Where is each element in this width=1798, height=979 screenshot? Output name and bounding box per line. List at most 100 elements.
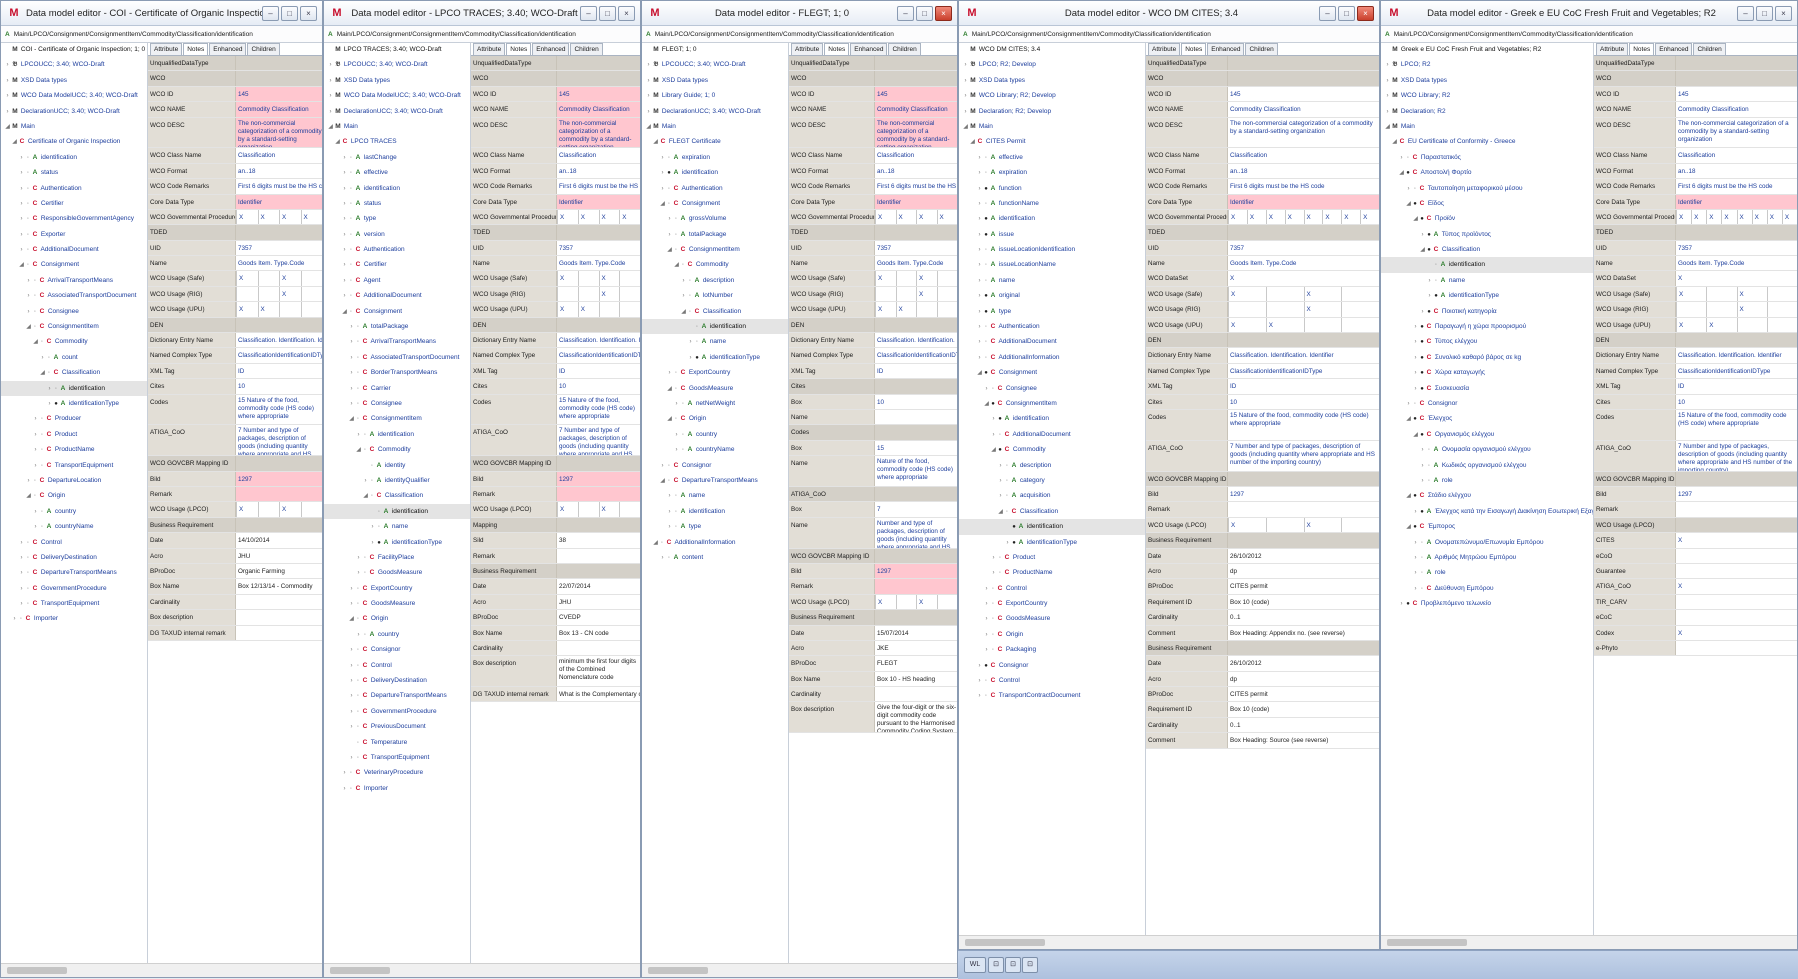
expander-icon[interactable]: ›	[1419, 443, 1426, 458]
tree-node[interactable]: › ◦ A issueLocationName	[959, 257, 1145, 272]
tree-node[interactable]: › ◦ C AdditionalDocument	[959, 334, 1145, 349]
expander-icon[interactable]: ›	[348, 720, 355, 735]
property-value[interactable]	[236, 486, 322, 502]
property-row[interactable]: DEN	[1594, 333, 1797, 349]
tree-node[interactable]: › ◦ C Control	[959, 673, 1145, 688]
usage-cell[interactable]: X	[1736, 209, 1752, 225]
expander-icon[interactable]: ›	[1398, 151, 1405, 166]
property-value[interactable]	[875, 548, 957, 563]
property-value[interactable]: ID	[875, 364, 957, 378]
expander-icon[interactable]: ›	[348, 335, 355, 350]
tree-node[interactable]: › ◦ A issueLocationIdentification	[959, 242, 1145, 257]
property-value[interactable]: 10	[236, 379, 322, 393]
expander-icon[interactable]: ◢	[18, 258, 25, 273]
expander-icon[interactable]: ›	[1384, 58, 1391, 73]
property-row[interactable]: UID 7357	[148, 240, 322, 257]
property-value[interactable]: The non-commercial categorization of a c…	[557, 117, 640, 148]
property-value[interactable]: FLEGT	[875, 656, 957, 670]
expander-icon[interactable]: ›	[659, 166, 666, 181]
expander-icon[interactable]: ›	[348, 659, 355, 674]
expander-icon[interactable]: ›	[25, 305, 32, 320]
property-row[interactable]: WCO Usage (UPU) X X	[471, 302, 640, 318]
tree-node[interactable]: › ◦ A role	[1381, 565, 1593, 580]
property-value[interactable]: 145	[1676, 87, 1797, 101]
property-value[interactable]: X	[1676, 579, 1797, 593]
property-row[interactable]: Date 15/07/2014	[789, 625, 957, 641]
property-value[interactable]: The non-commercial categorization of a c…	[875, 117, 957, 148]
usage-cell[interactable]: X	[557, 271, 578, 286]
property-value[interactable]: 1297	[236, 471, 322, 486]
property-value[interactable]: Box 10 (code)	[1228, 702, 1379, 716]
tree-node[interactable]: › ◦ C GoodsMeasure	[959, 611, 1145, 626]
property-value[interactable]	[1676, 517, 1797, 533]
tree-node[interactable]: › ◦ C TransportEquipment	[1, 596, 147, 611]
tree-node[interactable]: › ◦ A identification	[324, 181, 470, 196]
expander-icon[interactable]: ›	[46, 397, 53, 412]
property-row[interactable]: Requirement ID Box 10 (code)	[1146, 594, 1379, 611]
property-value[interactable]: an..18	[236, 164, 322, 178]
property-value[interactable]: Box Heading: Appendix no. (see reverse)	[1228, 626, 1379, 640]
property-row[interactable]: WCO NAME Commodity Classification	[789, 102, 957, 118]
property-row[interactable]: TDED	[1146, 225, 1379, 241]
expander-icon[interactable]: ›	[976, 274, 983, 289]
tree-node[interactable]: ◢ C FLEGT Certificate	[642, 134, 788, 149]
tree-node[interactable]: › ◦ C ArrivalTransportMeans	[324, 334, 470, 349]
usage-cell[interactable]	[936, 302, 958, 317]
property-row[interactable]: Name Goods Item. Type.Code	[1594, 256, 1797, 272]
tree-node[interactable]: › ● C Συνολικό καθαρό βάρος σε kg	[1381, 350, 1593, 365]
property-value[interactable]: The non-commercial categorization of a c…	[1228, 118, 1379, 148]
property-row[interactable]: Cardinality	[471, 640, 640, 657]
expander-icon[interactable]: ›	[355, 428, 362, 443]
usage-cell[interactable]	[300, 286, 323, 302]
expander-icon[interactable]: ›	[976, 659, 983, 674]
tree-node[interactable]: › 𝔅 LPCO; R2	[1381, 57, 1593, 72]
expander-icon[interactable]: ›	[32, 505, 39, 520]
expander-icon[interactable]: ›	[348, 351, 355, 366]
tree-node[interactable]: M Greek e EU CoC Fresh Fruit and Vegetab…	[1381, 42, 1593, 57]
expander-icon[interactable]: ›	[983, 643, 990, 658]
tree-node[interactable]: ◦ C Temperature	[324, 735, 470, 750]
tree-node[interactable]: › ● A identificationType	[1381, 288, 1593, 303]
usage-cell[interactable]	[1303, 317, 1342, 333]
tree-node[interactable]: › ● C Συσκευασία	[1381, 381, 1593, 396]
property-value[interactable]: 7 Number and type of packages, descripti…	[1676, 441, 1797, 471]
tree-node[interactable]: › ◦ A country	[1, 504, 147, 519]
expander-icon[interactable]: ›	[680, 274, 687, 289]
expander-icon[interactable]: ›	[32, 520, 39, 535]
property-row[interactable]: WCO NAME Commodity Classification	[1146, 102, 1379, 118]
tree-node[interactable]: ◢ ◦ C Consignment	[642, 196, 788, 211]
property-value[interactable]	[1676, 564, 1797, 578]
property-row[interactable]: Bild 1297	[471, 471, 640, 487]
property-value[interactable]: The non-commercial categorization of a c…	[236, 117, 322, 148]
usage-cell[interactable]: X	[1706, 317, 1736, 333]
tree-node[interactable]: › ● C Παραγωγή η χώρα προορισμού	[1381, 319, 1593, 334]
expander-icon[interactable]: ›	[341, 782, 348, 797]
expander-icon[interactable]: ◢	[1405, 197, 1412, 212]
tree-node[interactable]: › ◦ A lotNumber	[642, 288, 788, 303]
usage-cell[interactable]: X	[1781, 209, 1797, 225]
property-row[interactable]: Guarantee	[1594, 563, 1797, 580]
property-row[interactable]: Remark	[1146, 502, 1379, 518]
usage-cell[interactable]: X	[598, 286, 620, 302]
tree-node[interactable]: › ◦ A count	[1, 350, 147, 365]
property-value[interactable]	[557, 486, 640, 502]
expander-icon[interactable]: ›	[666, 366, 673, 381]
expander-icon[interactable]: ›	[348, 320, 355, 335]
tree-node[interactable]: › ◦ A totalPackage	[324, 319, 470, 334]
tree-node[interactable]: ◢ ◦ C GoodsMeasure	[642, 381, 788, 396]
property-row[interactable]: WCO Usage (RIG) X	[1146, 302, 1379, 318]
usage-cell[interactable]: X	[1246, 209, 1266, 225]
property-value[interactable]: First 6 digits must be the HS code	[236, 179, 322, 193]
tree-node[interactable]: ◢ ◦ C Origin	[1, 488, 147, 503]
expander-icon[interactable]: ›	[983, 612, 990, 627]
tree-node[interactable]: › ● A identification	[642, 165, 788, 180]
property-row[interactable]: Remark	[1594, 502, 1797, 518]
expander-icon[interactable]: ◢	[1398, 166, 1405, 181]
expander-icon[interactable]: ›	[1412, 551, 1419, 566]
property-row[interactable]: Acro JHU	[471, 594, 640, 611]
expander-icon[interactable]: ›	[666, 505, 673, 520]
usage-cell[interactable]	[279, 302, 301, 317]
maximize-button[interactable]: □	[281, 5, 298, 21]
property-value[interactable]: Box 10 - HS heading	[875, 672, 957, 686]
tree-node[interactable]: ◢ ● C Προϊόν	[1381, 211, 1593, 226]
